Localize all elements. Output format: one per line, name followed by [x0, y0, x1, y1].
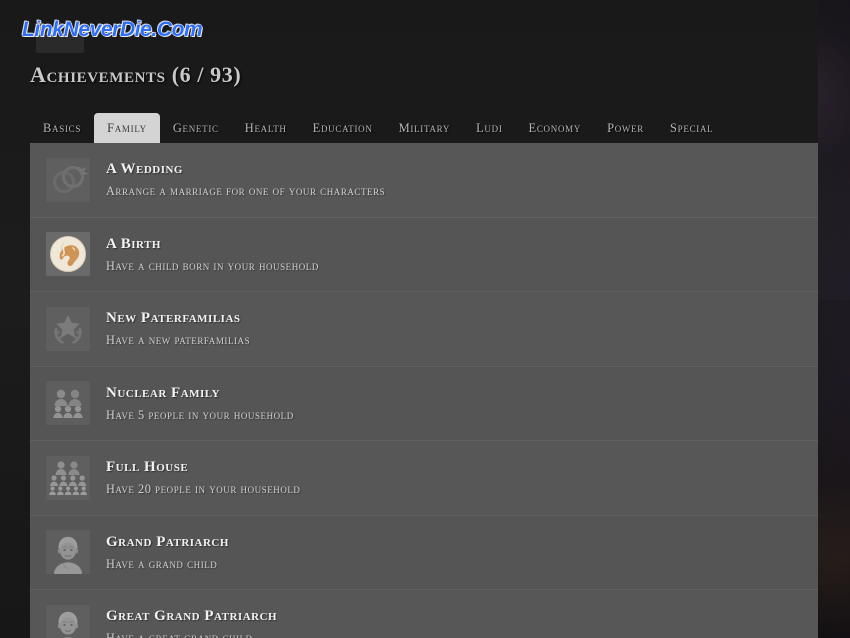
achievement-title: Grand Patriarch — [106, 533, 229, 552]
family-group-icon — [46, 381, 90, 425]
achievement-text: A Birth Have a child born in your househo… — [106, 235, 319, 274]
achievement-text: Great Grand Patriarch Have a great grand … — [106, 607, 277, 638]
tab-health[interactable]: Health — [232, 113, 300, 143]
achievement-title: A Birth — [106, 235, 319, 254]
achievement-text: Full House Have 20 people in your househo… — [106, 458, 300, 497]
tab-genetic[interactable]: Genetic — [160, 113, 232, 143]
tab-education[interactable]: Education — [300, 113, 386, 143]
crowd-icon — [46, 456, 90, 500]
achievement-row[interactable]: Nuclear Family Have 5 people in your hous… — [30, 367, 818, 442]
page-title: Achievements (6 / 93) — [30, 62, 241, 88]
achievement-row[interactable]: Full House Have 20 people in your househo… — [30, 441, 818, 516]
achievement-title: Nuclear Family — [106, 384, 294, 403]
achievement-title: Great Grand Patriarch — [106, 607, 277, 626]
tab-basics[interactable]: Basics — [30, 113, 94, 143]
tab-ludi[interactable]: Ludi — [463, 113, 515, 143]
achievement-text: New Paterfamilias Have a new paterfamilia… — [106, 309, 250, 348]
achievement-description: Have a great grand child — [106, 631, 277, 638]
achievement-text: Grand Patriarch Have a grand child — [106, 533, 229, 572]
achievement-row[interactable]: New Paterfamilias Have a new paterfamilia… — [30, 292, 818, 367]
wedding-rings-icon — [46, 158, 90, 202]
star-laurel-icon — [46, 307, 90, 351]
tab-special[interactable]: Special — [657, 113, 726, 143]
elder-bust-icon — [46, 530, 90, 574]
achievement-title: New Paterfamilias — [106, 309, 250, 328]
tab-economy[interactable]: Economy — [516, 113, 595, 143]
achievement-row[interactable]: A Birth Have a child born in your househo… — [30, 218, 818, 293]
achievement-description: Have 5 people in your household — [106, 408, 294, 423]
achievement-description: Have a child born in your household — [106, 259, 319, 274]
watermark-linkneverdie: LinkNeverDie.Com — [22, 18, 202, 42]
tab-power[interactable]: Power — [594, 113, 657, 143]
achievement-title: Full House — [106, 458, 300, 477]
tab-family[interactable]: Family — [94, 113, 160, 143]
game-window: LinkNeverDie.Com Achievements (6 / 93) B… — [0, 0, 850, 638]
achievement-description: Arrange a marriage for one of your chara… — [106, 184, 385, 199]
achievement-description: Have a grand child — [106, 557, 229, 572]
achievement-row[interactable]: A Wedding Arrange a marriage for one of y… — [30, 143, 818, 218]
achievement-text: A Wedding Arrange a marriage for one of y… — [106, 160, 385, 199]
fetus-icon — [46, 232, 90, 276]
tab-military[interactable]: Military — [386, 113, 464, 143]
achievement-category-tabs: BasicsFamilyGeneticHealthEducationMilita… — [30, 113, 818, 143]
achievement-row[interactable]: Great Grand Patriarch Have a great grand … — [30, 590, 818, 638]
achievement-list-panel[interactable]: A Wedding Arrange a marriage for one of y… — [30, 143, 818, 638]
elder-bust-icon — [46, 605, 90, 638]
achievement-text: Nuclear Family Have 5 people in your hous… — [106, 384, 294, 423]
achievement-row[interactable]: Grand Patriarch Have a grand child — [30, 516, 818, 591]
achievement-description: Have 20 people in your household — [106, 482, 300, 497]
achievement-title: A Wedding — [106, 160, 385, 179]
achievement-description: Have a new paterfamilias — [106, 333, 250, 348]
